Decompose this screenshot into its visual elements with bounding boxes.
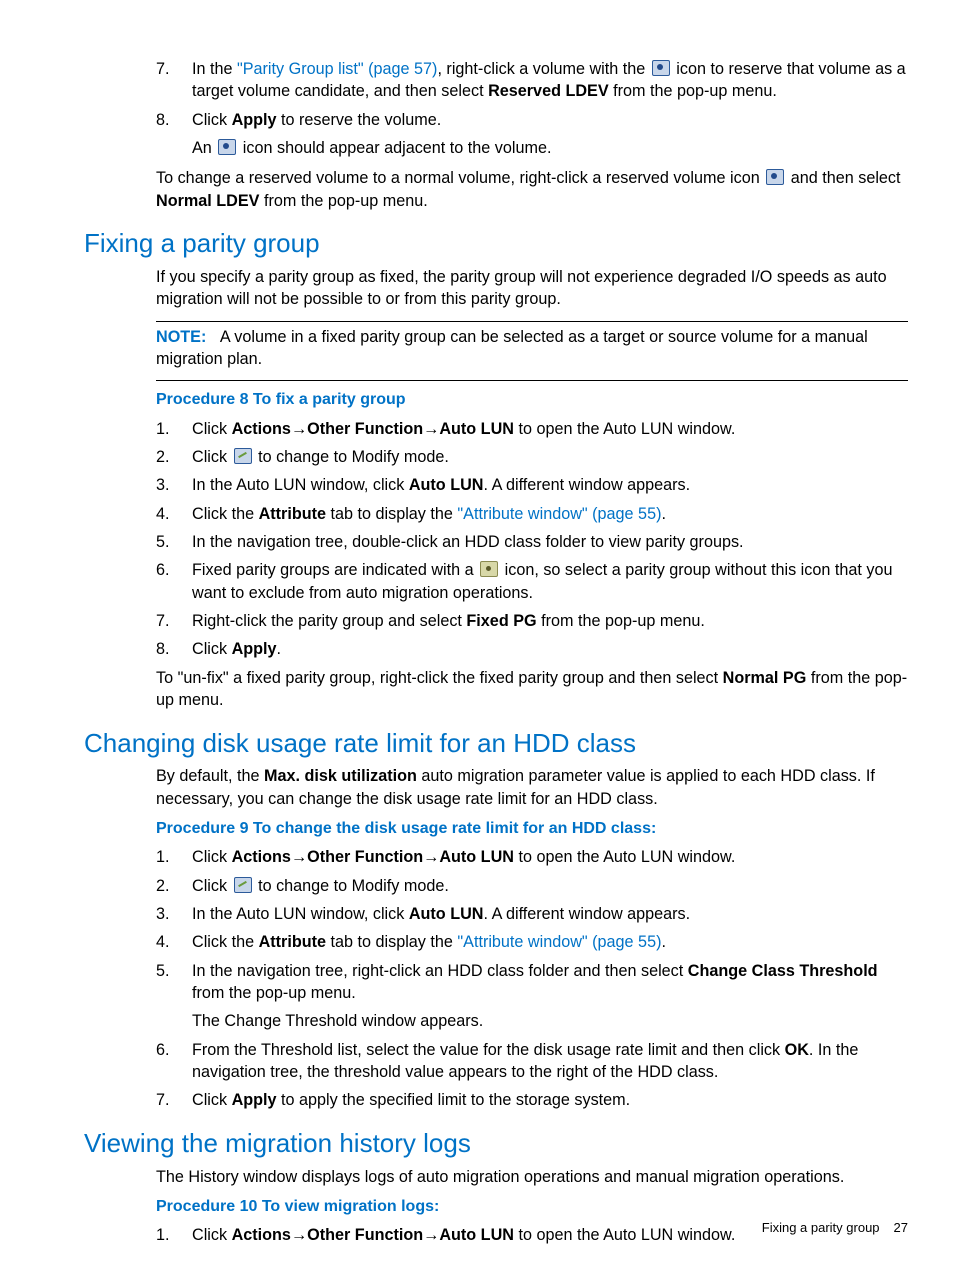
list-number: 7. — [156, 58, 192, 103]
reserved-ldev-label: Reserved LDEV — [488, 82, 609, 100]
attribute-window-link[interactable]: "Attribute window" (page 55) — [457, 933, 661, 951]
list-item: 2.Click to change to Modify mode. — [156, 446, 908, 468]
list-item: 5.In the navigation tree, double-click a… — [156, 531, 908, 553]
list-item: 7. In the "Parity Group list" (page 57),… — [156, 58, 908, 103]
paragraph: To "un-fix" a fixed parity group, right-… — [156, 667, 908, 712]
procedure-title: Procedure 10 To view migration logs: — [156, 1196, 908, 1218]
list-text: Click Apply to reserve the volume. An ic… — [192, 109, 908, 160]
parity-group-list-link[interactable]: "Parity Group list" (page 57) — [237, 60, 437, 78]
list-item: 1.Click Actions→Other Function→Auto LUN … — [156, 846, 908, 868]
reserved-volume-icon — [218, 139, 236, 155]
list-item: 3.In the Auto LUN window, click Auto LUN… — [156, 474, 908, 496]
divider — [156, 380, 908, 381]
continued-steps: 7. In the "Parity Group list" (page 57),… — [156, 58, 908, 212]
note-label: NOTE: — [156, 328, 206, 346]
paragraph: By default, the Max. disk utilization au… — [156, 765, 908, 810]
list-item: 6.Fixed parity groups are indicated with… — [156, 559, 908, 604]
divider — [156, 321, 908, 322]
page-number: 27 — [894, 1220, 908, 1235]
list-item: 5.In the navigation tree, right-click an… — [156, 960, 908, 1033]
list-item: 8. Click Apply to reserve the volume. An… — [156, 109, 908, 160]
list-item: 4.Click the Attribute tab to display the… — [156, 931, 908, 953]
heading-changing-disk-usage: Changing disk usage rate limit for an HD… — [84, 726, 908, 762]
volume-icon — [652, 60, 670, 76]
normal-ldev-label: Normal LDEV — [156, 192, 259, 210]
heading-viewing-history-logs: Viewing the migration history logs — [84, 1126, 908, 1162]
procedure-title: Procedure 8 To fix a parity group — [156, 389, 908, 411]
note: NOTE: A volume in a fixed parity group c… — [156, 326, 908, 371]
list-item: 4.Click the Attribute tab to display the… — [156, 503, 908, 525]
apply-label: Apply — [232, 111, 277, 129]
heading-fixing-parity-group: Fixing a parity group — [84, 226, 908, 262]
list-item: 1.Click Actions→Other Function→Auto LUN … — [156, 418, 908, 440]
footer-title: Fixing a parity group — [762, 1220, 880, 1235]
list-item: 7.Click Apply to apply the specified lim… — [156, 1089, 908, 1111]
list-item: 7.Right-click the parity group and selec… — [156, 610, 908, 632]
modify-mode-icon — [234, 877, 252, 893]
procedure-title: Procedure 9 To change the disk usage rat… — [156, 818, 908, 840]
list-number: 8. — [156, 109, 192, 160]
list-subtext: The Change Threshold window appears. — [192, 1010, 908, 1032]
list-subtext: An icon should appear adjacent to the vo… — [192, 137, 908, 159]
paragraph: To change a reserved volume to a normal … — [156, 167, 908, 212]
fixed-pg-icon — [480, 561, 498, 577]
list-item: 8.Click Apply. — [156, 638, 908, 660]
list-item: 2.Click to change to Modify mode. — [156, 875, 908, 897]
reserved-volume-icon — [766, 169, 784, 185]
list-text: In the "Parity Group list" (page 57), ri… — [192, 58, 908, 103]
list-item: 6.From the Threshold list, select the va… — [156, 1039, 908, 1084]
paragraph: If you specify a parity group as fixed, … — [156, 266, 908, 311]
attribute-window-link[interactable]: "Attribute window" (page 55) — [457, 505, 661, 523]
page-footer: Fixing a parity group 27 — [762, 1219, 908, 1237]
modify-mode-icon — [234, 448, 252, 464]
paragraph: The History window displays logs of auto… — [156, 1166, 908, 1188]
list-item: 3.In the Auto LUN window, click Auto LUN… — [156, 903, 908, 925]
